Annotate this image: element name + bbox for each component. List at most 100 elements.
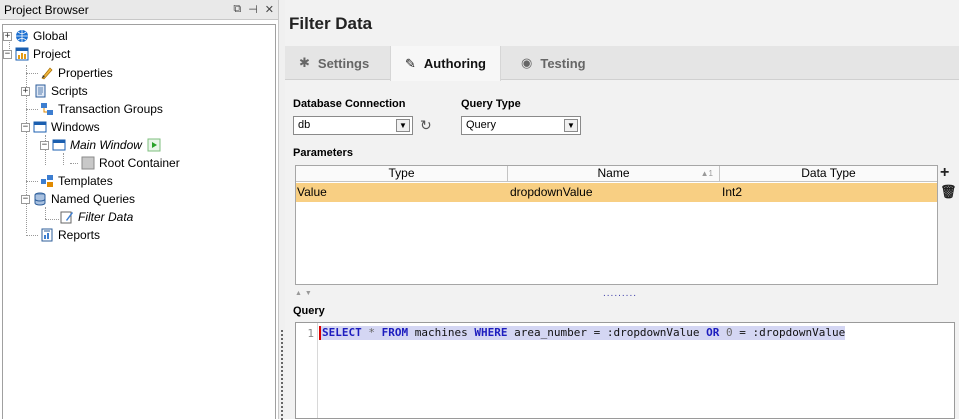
query-line[interactable]: SELECT * FROM machines WHERE area_number… (319, 326, 846, 340)
tab-authoring[interactable]: ✎ Authoring (390, 46, 501, 81)
tree-item-label: Reports (58, 228, 101, 242)
sql-text: * (361, 326, 382, 339)
tree-item-label: Root Container (99, 156, 180, 170)
collapse-icon[interactable]: − (21, 194, 30, 204)
project-tree: + Global − Project Properties + Scripts … (2, 24, 276, 419)
tree-item-label: Global (33, 29, 68, 43)
tree-item-transaction-groups[interactable]: Transaction Groups (40, 100, 163, 118)
tab-label: Testing (540, 55, 586, 71)
project-browser-title: Project Browser (4, 2, 89, 17)
tree-item-label: Project (33, 47, 71, 61)
tab-settings[interactable]: ✱ Settings (285, 46, 383, 80)
transaction-groups-icon (41, 103, 53, 115)
window-icon (52, 139, 66, 151)
sort-ascending-icon: ▲1 (700, 169, 713, 178)
tree-item-label: Main Window (70, 138, 142, 152)
properties-icon (41, 67, 53, 80)
tree-item-scripts[interactable]: + Scripts (21, 82, 88, 100)
sql-keyword: FROM (381, 326, 409, 339)
tree-item-project[interactable]: − Project (3, 45, 70, 63)
cell-data-type[interactable]: Int2 (722, 183, 742, 202)
windows-icon (33, 121, 47, 133)
eye-icon: ◉ (521, 55, 533, 70)
delete-parameter-button[interactable]: 🗑 (940, 184, 957, 200)
line-number: 1 (307, 327, 314, 340)
named-query-editor: Filter Data ✱ Settings ✎ Authoring ◉ Tes… (285, 0, 959, 419)
sql-text: area_number = :dropdownValue (507, 326, 707, 339)
panel-splitter[interactable] (278, 0, 285, 420)
splitter-grip[interactable] (281, 330, 283, 420)
open-window-icon[interactable] (147, 138, 161, 152)
pencil-icon: ✎ (405, 55, 416, 71)
tree-item-reports[interactable]: Reports (40, 226, 100, 244)
page-title: Filter Data (289, 14, 373, 33)
resize-grip[interactable]: ......... (603, 288, 637, 299)
collapse-icon[interactable]: − (21, 122, 30, 132)
query-type-label: Query Type (461, 98, 521, 110)
gear-icon: ✱ (299, 55, 310, 70)
resize-arrows-icon[interactable]: ▲▼ (295, 290, 315, 297)
sql-text: = :dropdownValue (732, 326, 846, 339)
tree-item-label: Named Queries (51, 192, 136, 206)
tree-item-label: Transaction Groups (58, 102, 163, 116)
database-icon (34, 192, 46, 206)
query-edit-icon (60, 211, 73, 224)
collapse-icon[interactable]: − (3, 49, 12, 59)
refresh-icon[interactable]: ↻ (420, 117, 432, 134)
sql-text: machines (408, 326, 475, 339)
database-connection-value: db (298, 119, 311, 131)
editor-tabs: ✱ Settings ✎ Authoring ◉ Testing (285, 46, 959, 81)
expand-icon[interactable]: + (3, 31, 12, 41)
column-header-name[interactable]: Name ▲1 (508, 166, 720, 182)
tree-item-windows[interactable]: − Windows (21, 118, 100, 136)
tree-item-global[interactable]: + Global (3, 27, 68, 45)
pin-panel-icon[interactable]: ⊣ (248, 3, 258, 16)
container-icon (81, 156, 95, 170)
project-browser-header: Project Browser ⧉ ⊣ ✕ (0, 0, 278, 20)
project-browser-panel: Project Browser ⧉ ⊣ ✕ + Global − Project… (0, 0, 278, 419)
tree-item-label: Windows (51, 120, 100, 134)
project-icon (15, 47, 29, 61)
tab-label: Authoring (423, 56, 486, 71)
database-connection-select[interactable]: db ▼ (293, 116, 413, 135)
sql-number: 0 (719, 326, 733, 339)
line-number-gutter: 1 (296, 323, 318, 418)
tree-item-label: Templates (58, 174, 113, 188)
tree-item-main-window[interactable]: − Main Window (40, 136, 165, 154)
column-header-type[interactable]: Type (296, 166, 508, 182)
sql-keyword: SELECT (322, 326, 362, 339)
chevron-down-icon[interactable]: ▼ (396, 119, 410, 132)
table-row[interactable]: Value dropdownValue Int2 (296, 183, 937, 202)
query-editor[interactable]: 1 SELECT * FROM machines WHERE area_numb… (295, 322, 955, 419)
query-label: Query (293, 305, 325, 317)
scripts-icon (35, 84, 46, 98)
column-header-data-type[interactable]: Data Type (720, 166, 937, 182)
tree-item-root-container[interactable]: Root Container (70, 154, 180, 172)
cell-name[interactable]: dropdownValue (510, 183, 593, 202)
tree-item-filter-data[interactable]: Filter Data (60, 208, 133, 226)
collapse-icon[interactable]: − (40, 140, 49, 150)
tree-item-label: Scripts (51, 84, 88, 98)
tree-item-named-queries[interactable]: − Named Queries (21, 190, 135, 208)
reports-icon (41, 228, 53, 242)
globe-icon (16, 30, 28, 42)
tree-item-label: Filter Data (78, 210, 134, 224)
sql-keyword: WHERE (474, 326, 508, 339)
close-panel-icon[interactable]: ✕ (265, 3, 274, 16)
sql-keyword: OR (706, 326, 720, 339)
tab-label: Settings (317, 55, 370, 71)
cell-type[interactable]: Value (297, 183, 327, 202)
tree-item-label: Properties (58, 66, 113, 80)
parameters-table: Type Name ▲1 Data Type Value dropdownVal… (295, 165, 938, 285)
tree-item-properties[interactable]: Properties (40, 64, 113, 82)
query-type-value: Query (466, 119, 496, 131)
expand-icon[interactable]: + (21, 86, 30, 96)
add-parameter-button[interactable]: + (940, 164, 949, 182)
float-panel-icon[interactable]: ⧉ (233, 3, 241, 16)
chevron-down-icon[interactable]: ▼ (564, 119, 578, 132)
tree-item-templates[interactable]: Templates (40, 172, 113, 190)
tab-testing[interactable]: ◉ Testing (507, 46, 600, 80)
parameters-label: Parameters (293, 147, 353, 159)
query-type-select[interactable]: Query ▼ (461, 116, 581, 135)
database-connection-label: Database Connection (293, 98, 406, 110)
